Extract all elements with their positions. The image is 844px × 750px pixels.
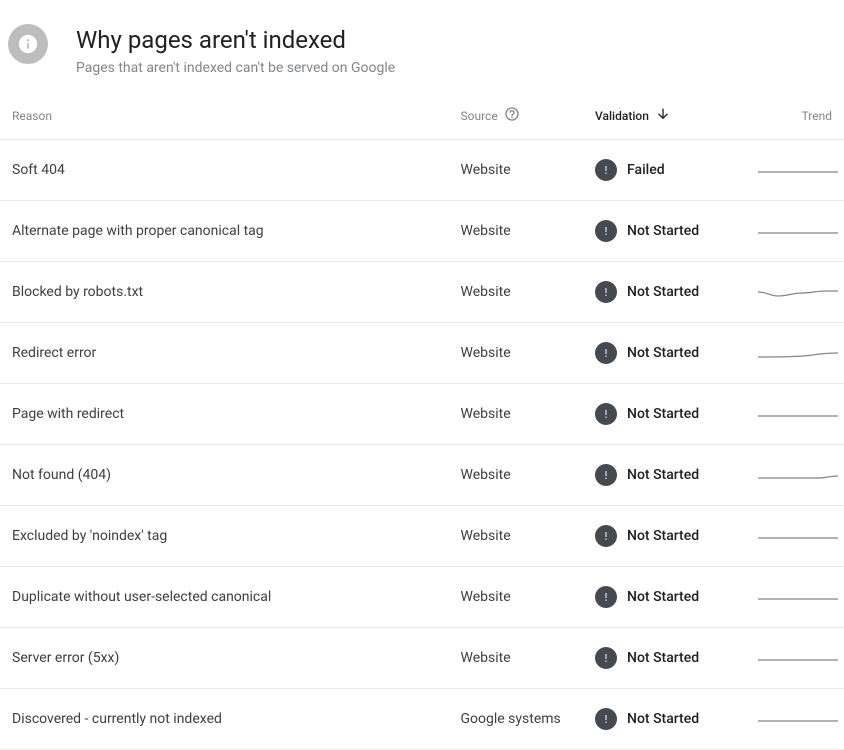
validation-status: Not Started — [627, 345, 699, 361]
exclamation-icon — [595, 403, 617, 425]
exclamation-icon — [595, 525, 617, 547]
exclamation-icon — [595, 708, 617, 730]
panel-title: Why pages aren't indexed — [76, 26, 828, 54]
validation-status: Not Started — [627, 589, 699, 605]
source-cell: Website — [449, 567, 584, 628]
column-header-trend[interactable]: Trend — [746, 96, 844, 140]
column-header-validation[interactable]: Validation — [583, 96, 746, 140]
trend-cell — [746, 384, 844, 445]
exclamation-icon — [595, 159, 617, 181]
validation-status: Not Started — [627, 650, 699, 666]
trend-cell — [746, 201, 844, 262]
column-header-source-label: Source — [461, 109, 498, 123]
source-cell: Website — [449, 262, 584, 323]
validation-status: Not Started — [627, 406, 699, 422]
trend-cell — [746, 567, 844, 628]
source-cell: Website — [449, 506, 584, 567]
trend-sparkline — [758, 219, 838, 239]
help-icon[interactable] — [504, 106, 520, 125]
reason-cell: Alternate page with proper canonical tag — [0, 201, 449, 262]
source-cell: Website — [449, 445, 584, 506]
validation-cell: Not Started — [583, 689, 746, 750]
validation-status: Not Started — [627, 711, 699, 727]
source-cell: Website — [449, 628, 584, 689]
arrow-down-icon — [655, 106, 671, 125]
table-row[interactable]: Server error (5xx)Website Not Started — [0, 628, 844, 689]
exclamation-icon — [595, 220, 617, 242]
reason-cell: Redirect error — [0, 323, 449, 384]
trend-cell — [746, 445, 844, 506]
trend-sparkline — [758, 707, 838, 727]
table-row[interactable]: Redirect errorWebsite Not Started — [0, 323, 844, 384]
validation-cell: Not Started — [583, 445, 746, 506]
trend-sparkline — [758, 158, 838, 178]
trend-sparkline — [758, 341, 838, 361]
validation-cell: Not Started — [583, 628, 746, 689]
validation-cell: Not Started — [583, 506, 746, 567]
validation-status: Not Started — [627, 528, 699, 544]
source-cell: Website — [449, 140, 584, 201]
validation-cell: Not Started — [583, 323, 746, 384]
reason-cell: Duplicate without user-selected canonica… — [0, 567, 449, 628]
source-cell: Website — [449, 201, 584, 262]
trend-sparkline — [758, 402, 838, 422]
table-row[interactable]: Excluded by 'noindex' tagWebsite Not Star… — [0, 506, 844, 567]
table-row[interactable]: Not found (404)Website Not Started — [0, 445, 844, 506]
table-row[interactable]: Page with redirectWebsite Not Started — [0, 384, 844, 445]
reason-cell: Blocked by robots.txt — [0, 262, 449, 323]
source-cell: Website — [449, 384, 584, 445]
validation-cell: Not Started — [583, 201, 746, 262]
reason-cell: Soft 404 — [0, 140, 449, 201]
trend-sparkline — [758, 646, 838, 666]
validation-status: Not Started — [627, 223, 699, 239]
reason-cell: Page with redirect — [0, 384, 449, 445]
trend-sparkline — [758, 585, 838, 605]
trend-cell — [746, 689, 844, 750]
reasons-table: Reason Source Validation Trend — [0, 96, 844, 750]
validation-cell: Not Started — [583, 262, 746, 323]
trend-cell — [746, 323, 844, 384]
reason-cell: Not found (404) — [0, 445, 449, 506]
trend-cell — [746, 506, 844, 567]
trend-cell — [746, 628, 844, 689]
trend-sparkline — [758, 463, 838, 483]
validation-status: Not Started — [627, 467, 699, 483]
trend-cell — [746, 140, 844, 201]
table-row[interactable]: Duplicate without user-selected canonica… — [0, 567, 844, 628]
trend-cell — [746, 262, 844, 323]
column-header-source[interactable]: Source — [449, 96, 584, 140]
panel-header: Why pages aren't indexed Pages that aren… — [0, 0, 844, 96]
table-row[interactable]: Soft 404Website Failed — [0, 140, 844, 201]
validation-status: Not Started — [627, 284, 699, 300]
panel-subtitle: Pages that aren't indexed can't be serve… — [76, 60, 828, 76]
source-cell: Google systems — [449, 689, 584, 750]
validation-cell: Not Started — [583, 567, 746, 628]
exclamation-icon — [595, 342, 617, 364]
table-row[interactable]: Alternate page with proper canonical tag… — [0, 201, 844, 262]
source-cell: Website — [449, 323, 584, 384]
validation-cell: Not Started — [583, 384, 746, 445]
column-header-validation-label: Validation — [595, 109, 649, 123]
trend-sparkline — [758, 280, 838, 300]
table-row[interactable]: Discovered - currently not indexedGoogle… — [0, 689, 844, 750]
reason-cell: Server error (5xx) — [0, 628, 449, 689]
table-header-row: Reason Source Validation Trend — [0, 96, 844, 140]
validation-status: Failed — [627, 162, 665, 178]
table-row[interactable]: Blocked by robots.txtWebsite Not Started — [0, 262, 844, 323]
exclamation-icon — [595, 647, 617, 669]
info-icon — [8, 24, 48, 64]
reason-cell: Excluded by 'noindex' tag — [0, 506, 449, 567]
exclamation-icon — [595, 281, 617, 303]
exclamation-icon — [595, 586, 617, 608]
reason-cell: Discovered - currently not indexed — [0, 689, 449, 750]
trend-sparkline — [758, 524, 838, 544]
column-header-reason[interactable]: Reason — [0, 96, 449, 140]
validation-cell: Failed — [583, 140, 746, 201]
exclamation-icon — [595, 464, 617, 486]
